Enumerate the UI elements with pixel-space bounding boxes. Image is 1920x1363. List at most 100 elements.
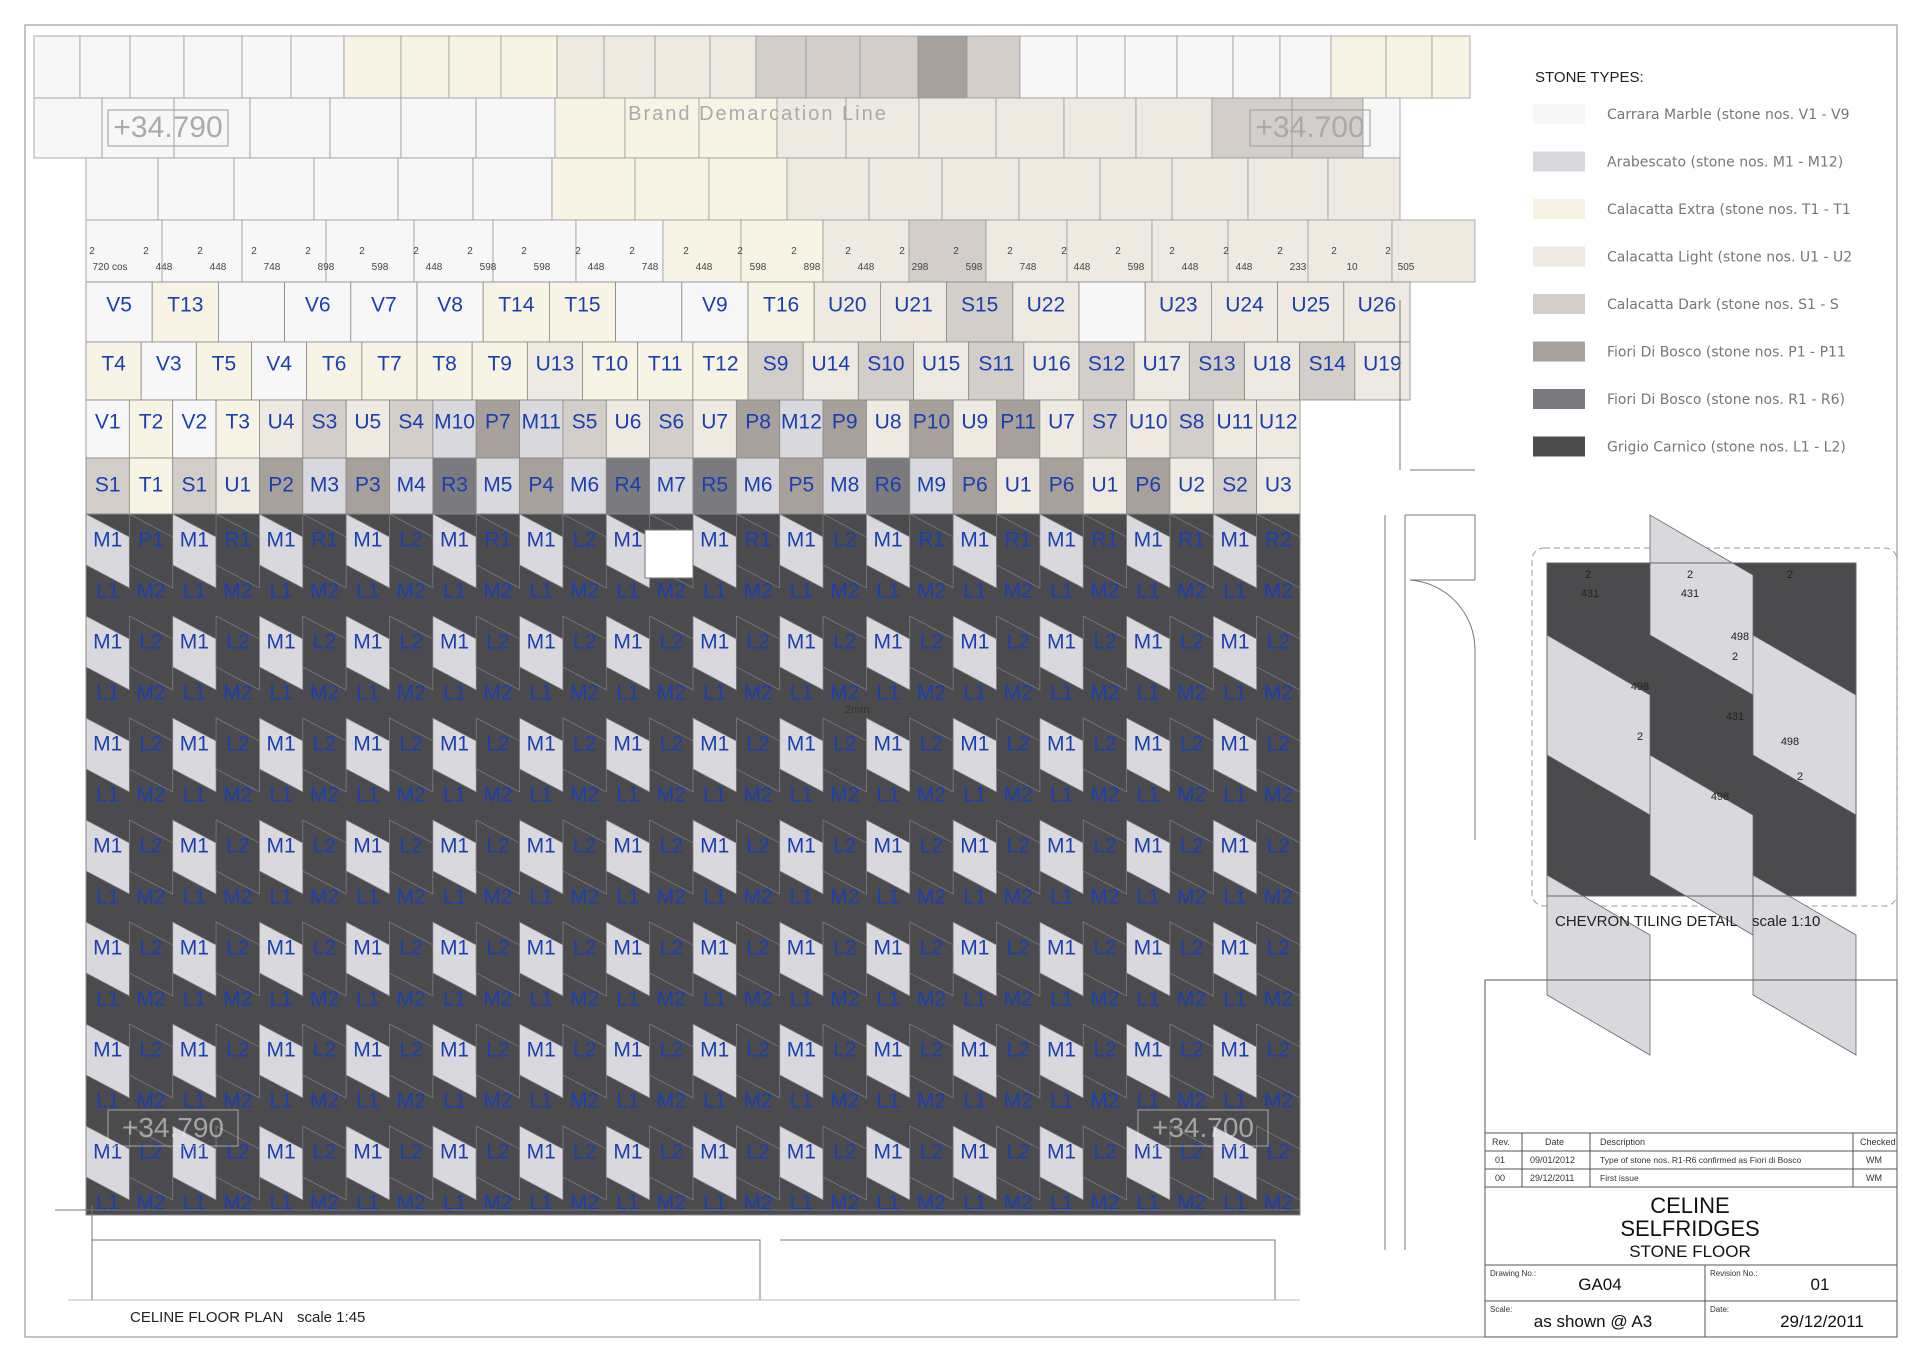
chevron-label: L2 (313, 1141, 336, 1164)
chevron-label: L1 (96, 580, 119, 603)
rev-header-checked: Checked (1860, 1137, 1896, 1147)
stone-label: M12 (781, 411, 822, 434)
chevron-label: M1 (1134, 529, 1163, 552)
upper-stone (249, 97, 331, 159)
stone-label: T15 (564, 294, 600, 317)
chevron-label: L2 (920, 937, 943, 960)
chevron-label: M2 (223, 988, 252, 1011)
gap-dimension: 2 (1007, 246, 1013, 257)
chevron-label: M2 (570, 1090, 599, 1113)
stone-label: V7 (371, 294, 397, 317)
upper-stone (313, 157, 399, 221)
stone-label: T12 (702, 353, 738, 376)
chevron-label: M1 (180, 1141, 209, 1164)
chevron-label: M1 (700, 733, 729, 756)
chevron-label: L1 (1050, 784, 1073, 807)
chevron-label: L2 (1180, 1141, 1203, 1164)
stone-label: R3 (441, 474, 468, 497)
chevron-label: L2 (399, 1141, 422, 1164)
chevron-label: M1 (267, 937, 296, 960)
chevron-label: L2 (139, 835, 162, 858)
upper-stone (33, 97, 103, 159)
chevron-label: L1 (443, 988, 466, 1011)
stone-label: P7 (485, 411, 511, 434)
chevron-label: M2 (917, 682, 946, 705)
chevron-label: L1 (269, 1192, 292, 1215)
chevron-label: L1 (96, 682, 119, 705)
stone-label: P8 (745, 411, 771, 434)
rev-row-desc: Type of stone nos. R1-R6 confirmed as Fi… (1600, 1155, 1802, 1165)
chevron-label: L1 (183, 784, 206, 807)
course-dimension: 598 (750, 262, 767, 273)
chevron-label: M2 (483, 580, 512, 603)
chevron-label: L1 (876, 682, 899, 705)
chevron-label: M2 (830, 784, 859, 807)
legend-swatch (1533, 436, 1585, 457)
stone-label: U3 (1265, 474, 1292, 497)
chevron-label: M2 (657, 784, 686, 807)
gap-dimension: 2 (521, 246, 527, 257)
stone-label: U1 (224, 474, 251, 497)
chevron-label: M1 (613, 1141, 642, 1164)
stone-label: S15 (961, 294, 998, 317)
chevron-label: M1 (787, 835, 816, 858)
chevron-label: M1 (874, 937, 903, 960)
chevron-label: M1 (613, 529, 642, 552)
chevron-label: M2 (397, 886, 426, 909)
chevron-label: M2 (397, 1192, 426, 1215)
detail-dimension: 2 (1797, 771, 1803, 783)
chevron-label: M1 (700, 835, 729, 858)
chevron-label: L1 (703, 988, 726, 1011)
chevron-label: M2 (1264, 580, 1293, 603)
chevron-label: L1 (703, 886, 726, 909)
stone-label: U24 (1225, 294, 1264, 317)
chevron-label: M2 (743, 682, 772, 705)
chevron-label: L2 (746, 1039, 769, 1062)
chevron-label: L1 (790, 886, 813, 909)
chevron-label: M2 (657, 682, 686, 705)
course-dimension: 598 (966, 262, 983, 273)
chevron-label: M1 (1134, 835, 1163, 858)
chevron-label: P1 (138, 529, 164, 552)
upper-stone (708, 157, 788, 221)
chevron-label: M2 (1004, 580, 1033, 603)
chevron-label: M1 (267, 733, 296, 756)
upper-stone (917, 35, 968, 99)
chevron-label: L1 (443, 682, 466, 705)
gap-dimension: 2 (197, 246, 203, 257)
chevron-label: M2 (743, 886, 772, 909)
gap-dimension: 2 (1169, 246, 1175, 257)
upper-stone (475, 97, 556, 159)
chevron-label: L2 (1093, 1141, 1116, 1164)
building-outline-right (1384, 300, 1476, 1250)
chevron-label: L2 (399, 835, 422, 858)
gap-dimension: 2 (89, 246, 95, 257)
chevron-label: M1 (1047, 1039, 1076, 1062)
course-dimension: 448 (1074, 262, 1091, 273)
title-block-text: Rev. Date Description Checked 01 09/01/2… (1490, 1137, 1896, 1331)
upper-stone (329, 97, 402, 159)
chevron-label: M2 (917, 988, 946, 1011)
upper-stone (1327, 157, 1401, 221)
detail-light-tile (1546, 874, 1651, 1056)
upper-stone (183, 35, 243, 99)
chevron-label: L2 (746, 1141, 769, 1164)
chevron-label: L1 (1050, 580, 1073, 603)
chevron-label: M2 (483, 988, 512, 1011)
stone-label: U20 (828, 294, 867, 317)
chevron-label: L2 (1267, 631, 1290, 654)
chevron-label: L2 (746, 733, 769, 756)
revision-no-label: Revision No.: (1710, 1269, 1758, 1278)
chevron-label: M2 (1177, 784, 1206, 807)
chevron-label: L2 (139, 1141, 162, 1164)
stone-label: R4 (615, 474, 642, 497)
chevron-label: M1 (874, 529, 903, 552)
rev-row-rev: 00 (1495, 1173, 1505, 1183)
upper-stone (85, 157, 159, 221)
chevron-label: L1 (703, 784, 726, 807)
chevron-label: M1 (180, 733, 209, 756)
chevron-label: L1 (963, 1090, 986, 1113)
chevron-label: L1 (790, 1192, 813, 1215)
chevron-label: M2 (397, 988, 426, 1011)
chevron-label: M2 (1090, 886, 1119, 909)
